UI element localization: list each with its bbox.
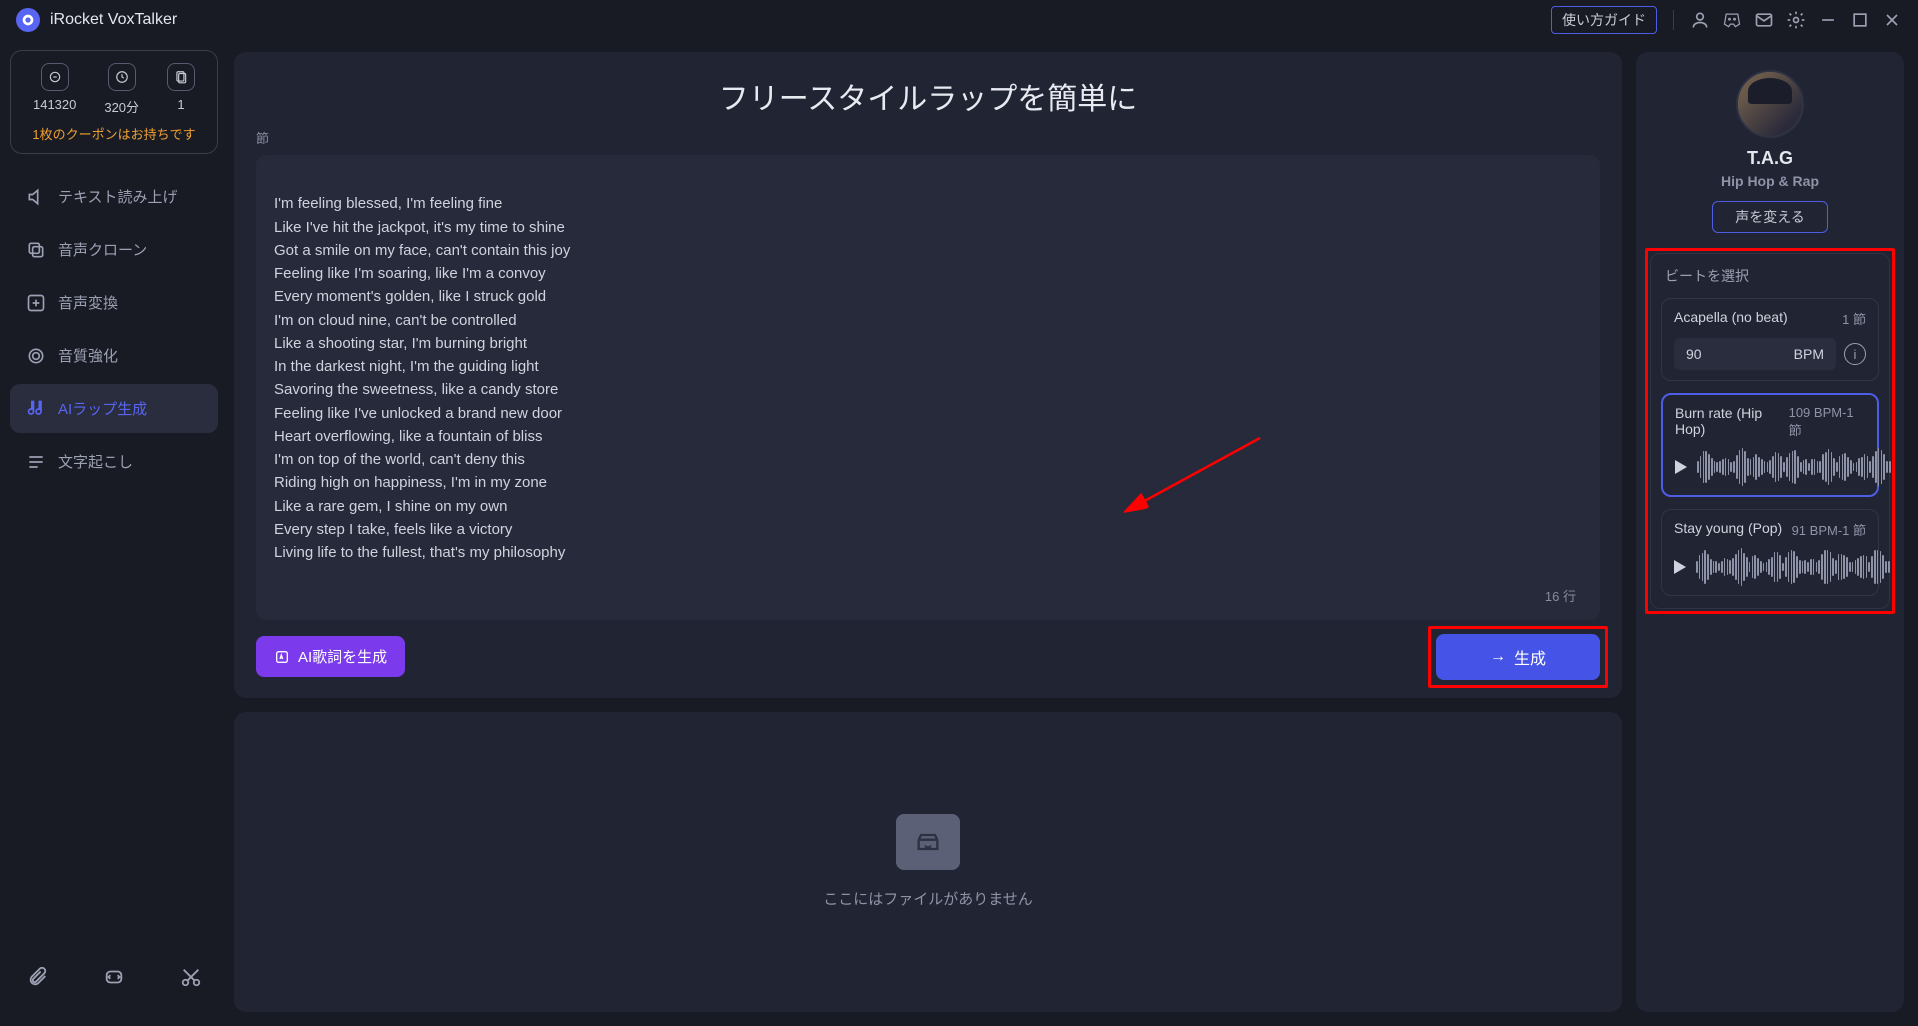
output-empty-panel: ここにはファイルがありません [234, 712, 1622, 1013]
titlebar: iRocket VoxTalker 使い方ガイド [0, 0, 1918, 40]
usage-guide-button[interactable]: 使い方ガイド [1551, 6, 1657, 34]
loop-icon[interactable] [103, 966, 125, 988]
close-icon[interactable] [1882, 10, 1902, 30]
bpm-label: BPM [1794, 346, 1824, 362]
lyrics-text: I'm feeling blessed, I'm feeling fine Li… [274, 195, 570, 561]
speak-icon [26, 187, 46, 207]
coupon-notice: 1枚のクーポンはお持ちです [32, 124, 195, 143]
minutes-value: 320分 [104, 97, 139, 116]
ai-lyrics-button[interactable]: AI歌詞を生成 [256, 636, 405, 677]
sidebar-item-label: 音声変換 [58, 292, 118, 313]
panel-title: フリースタイルラップを簡単に [719, 74, 1138, 118]
beat-meta: 109 BPM-1 節 [1789, 405, 1865, 439]
sidebar-item-rap[interactable]: AIラップ生成 [10, 384, 218, 433]
beat-name: Burn rate (Hip Hop) [1675, 405, 1789, 439]
account-stats: 141320 320分 1 1枚のクーポンはお持ちです [10, 50, 218, 154]
sidebar-item-transcribe[interactable]: 文字起こし [10, 437, 218, 486]
sidebar-nav: テキスト読み上げ 音声クローン 音声変換 音質強化 AIラップ生成 文字起こし [10, 172, 218, 486]
artist-avatar [1736, 70, 1804, 138]
sidebar-item-label: 音質強化 [58, 345, 118, 366]
attach-icon[interactable] [26, 966, 48, 988]
minutes-icon [108, 63, 136, 91]
sidebar-bottom-tools [10, 938, 218, 1016]
beat-meta: 91 BPM-1 節 [1792, 520, 1866, 539]
sidebar-item-label: 文字起こし [58, 451, 133, 472]
beat-card-acapella[interactable]: Acapella (no beat) 1 節 90 BPM i [1661, 298, 1879, 381]
empty-message: ここにはファイルがありません [823, 888, 1033, 909]
settings-icon[interactable] [1786, 10, 1806, 30]
artist-name: T.A.G [1747, 148, 1793, 169]
transcribe-icon [26, 452, 46, 472]
rap-icon [26, 399, 46, 419]
arrow-right-icon: → [1490, 648, 1506, 666]
clone-icon [26, 240, 46, 260]
mail-icon[interactable] [1754, 10, 1774, 30]
credits-icon [41, 63, 69, 91]
sidebar-item-label: 音声クローン [58, 239, 147, 260]
discord-icon[interactable] [1722, 10, 1742, 30]
minimize-icon[interactable] [1818, 10, 1838, 30]
sidebar-item-tts[interactable]: テキスト読み上げ [10, 172, 218, 221]
sidebar-item-label: AIラップ生成 [58, 398, 147, 419]
maximize-icon[interactable] [1850, 10, 1870, 30]
sidebar-item-clone[interactable]: 音声クローン [10, 225, 218, 274]
enhance-icon [26, 346, 46, 366]
play-icon[interactable] [1675, 460, 1687, 474]
generate-label: 生成 [1514, 645, 1546, 669]
empty-file-icon [896, 814, 960, 870]
divider [1673, 10, 1674, 30]
user-icon[interactable] [1690, 10, 1710, 30]
cut-icon[interactable] [180, 966, 202, 988]
waveform[interactable] [1696, 549, 1890, 585]
change-voice-button[interactable]: 声を変える [1712, 201, 1828, 233]
beat-section-title: ビートを選択 [1661, 266, 1879, 286]
beat-card-stayyoung[interactable]: Stay young (Pop) 91 BPM-1 節 [1661, 509, 1879, 596]
lyrics-textarea[interactable]: I'm feeling blessed, I'm feeling fine Li… [256, 155, 1600, 620]
ai-lyrics-label: AI歌詞を生成 [298, 646, 387, 667]
sheets-value: 1 [177, 97, 184, 112]
bpm-value: 90 [1686, 346, 1702, 362]
ai-icon [274, 649, 290, 665]
beat-section: ビートを選択 Acapella (no beat) 1 節 90 BPM i [1650, 253, 1890, 609]
beat-name: Stay young (Pop) [1674, 520, 1782, 539]
generate-button[interactable]: → 生成 [1436, 634, 1600, 680]
sidebar-item-enhance[interactable]: 音質強化 [10, 331, 218, 380]
beat-meta: 1 節 [1842, 309, 1866, 328]
sidebar-item-convert[interactable]: 音声変換 [10, 278, 218, 327]
app-logo-icon [16, 8, 40, 32]
play-icon[interactable] [1674, 560, 1686, 574]
sheets-icon [167, 63, 195, 91]
sidebar-item-label: テキスト読み上げ [58, 186, 178, 207]
lyrics-editor-panel: フリースタイルラップを簡単に 節 I'm feeling blessed, I'… [234, 52, 1622, 698]
beat-name: Acapella (no beat) [1674, 309, 1788, 328]
info-icon[interactable]: i [1844, 343, 1866, 365]
sidebar: 141320 320分 1 1枚のクーポンはお持ちです テキスト読み上げ [0, 40, 228, 1026]
voice-panel: T.A.G Hip Hop & Rap 声を変える ビートを選択 Acapell… [1636, 52, 1904, 1012]
beat-card-burnrate[interactable]: Burn rate (Hip Hop) 109 BPM-1 節 [1661, 393, 1879, 497]
credits-value: 141320 [33, 97, 76, 112]
convert-icon [26, 293, 46, 313]
bpm-input[interactable]: 90 BPM [1674, 338, 1836, 370]
verse-label: 節 [256, 128, 1600, 147]
waveform[interactable] [1697, 449, 1891, 485]
artist-genre: Hip Hop & Rap [1721, 173, 1819, 189]
line-count: 16 行 [1545, 587, 1576, 607]
app-title: iRocket VoxTalker [50, 11, 177, 29]
